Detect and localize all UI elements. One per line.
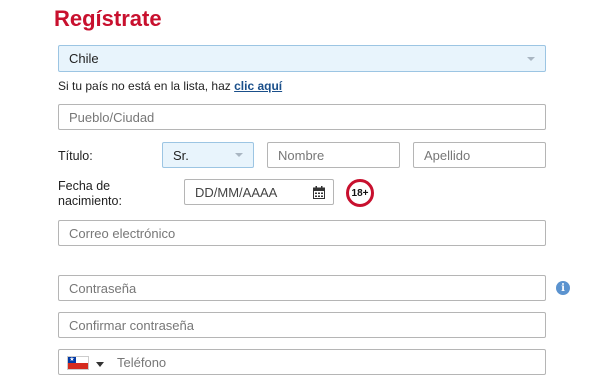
town-input[interactable]: Pueblo/Ciudad bbox=[58, 104, 546, 130]
age-restriction-badge: 18+ bbox=[346, 179, 374, 207]
chevron-down-icon[interactable] bbox=[96, 362, 104, 367]
chevron-down-icon bbox=[527, 56, 535, 61]
country-note-text: Si tu país no está en la lista, haz bbox=[58, 79, 235, 93]
town-placeholder: Pueblo/Ciudad bbox=[69, 109, 155, 125]
salutation-select[interactable]: Sr. bbox=[162, 142, 254, 168]
phone-input[interactable]: ★ Teléfono bbox=[58, 349, 546, 375]
last-name-input[interactable]: Apellido bbox=[413, 142, 546, 168]
email-placeholder: Correo electrónico bbox=[69, 225, 176, 241]
country-select-value: Chile bbox=[69, 51, 99, 66]
dob-label-line1: Fecha de bbox=[58, 179, 111, 193]
first-name-placeholder: Nombre bbox=[278, 147, 325, 163]
salutation-label: Título: bbox=[58, 149, 93, 163]
dob-input[interactable]: DD/MM/AAAA bbox=[184, 179, 334, 205]
confirm-password-placeholder: Confirmar contraseña bbox=[69, 317, 194, 333]
dob-label: Fecha de nacimiento: bbox=[58, 179, 122, 209]
password-input[interactable]: Contraseña bbox=[58, 275, 546, 301]
phone-placeholder: Teléfono bbox=[117, 355, 167, 370]
page-title: Regístrate bbox=[54, 6, 162, 31]
dob-placeholder: DD/MM/AAAA bbox=[195, 184, 278, 200]
chevron-down-icon bbox=[235, 153, 243, 157]
country-note: Si tu país no está en la lista, haz clic… bbox=[58, 79, 282, 93]
last-name-placeholder: Apellido bbox=[424, 147, 471, 163]
password-placeholder: Contraseña bbox=[69, 280, 137, 296]
country-select[interactable]: Chile bbox=[58, 45, 546, 72]
info-icon[interactable]: i bbox=[556, 281, 570, 295]
calendar-icon[interactable] bbox=[313, 186, 325, 199]
salutation-value: Sr. bbox=[173, 147, 189, 163]
confirm-password-input[interactable]: Confirmar contraseña bbox=[58, 312, 546, 338]
chile-flag-icon[interactable]: ★ bbox=[67, 356, 89, 370]
click-here-link[interactable]: clic aquí bbox=[234, 79, 282, 93]
first-name-input[interactable]: Nombre bbox=[267, 142, 400, 168]
email-input[interactable]: Correo electrónico bbox=[58, 220, 546, 246]
dob-label-line2: nacimiento: bbox=[58, 194, 122, 208]
